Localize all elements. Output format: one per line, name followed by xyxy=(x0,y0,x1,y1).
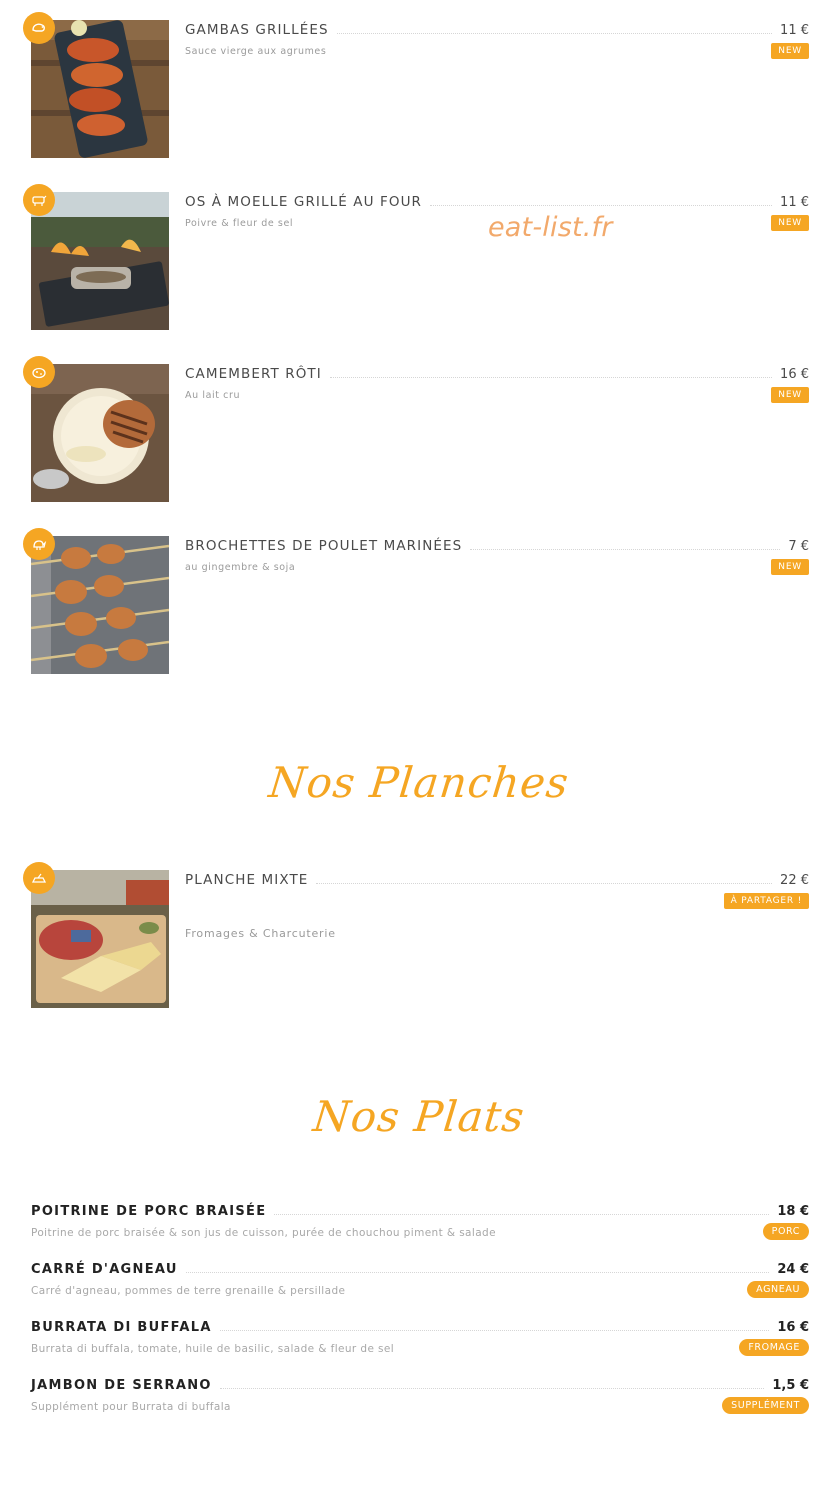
charcuterie-board-photo xyxy=(31,870,169,1008)
item-title: GAMBAS GRILLÉES xyxy=(185,22,329,38)
section-title-plats: Nos Plats xyxy=(310,1092,528,1141)
menu-item: PLANCHE MIXTE 22 € À PARTAGER ! Fromages… xyxy=(0,862,838,1010)
new-badge: NEW xyxy=(771,215,809,231)
shrimp-icon xyxy=(23,12,55,44)
board-icon xyxy=(23,862,55,894)
watermark: eat-list.fr xyxy=(488,212,613,243)
dish-tag: PORC xyxy=(762,1223,809,1240)
dish-name: POITRINE DE PORC BRAISÉE xyxy=(31,1204,267,1219)
dish-row: POITRINE DE PORC BRAISÉE 18 € Poitrine d… xyxy=(0,1201,838,1257)
dish-title-row: BURRATA DI BUFFALA 16 € xyxy=(31,1317,809,1335)
dish-tag: AGNEAU xyxy=(747,1281,809,1298)
chicken-skewers-photo xyxy=(31,536,169,674)
chicken-icon xyxy=(23,528,55,560)
new-badge: NEW xyxy=(771,559,809,575)
dish-price: 1,5 € xyxy=(772,1378,809,1393)
leader-dots xyxy=(185,1271,770,1273)
menu-item: CAMEMBERT RÔTI 16 € Au lait cru NEW xyxy=(0,356,838,504)
dish-description: Poitrine de porc braisée & son jus de cu… xyxy=(31,1227,496,1239)
dish-title-row: JAMBON DE SERRANO 1,5 € xyxy=(31,1375,809,1393)
item-price: 16 € xyxy=(780,367,809,382)
item-title-row: BROCHETTES DE POULET MARINÉES 7 € xyxy=(185,536,809,554)
dish-description: Supplément pour Burrata di buffala xyxy=(31,1401,231,1413)
item-title: BROCHETTES DE POULET MARINÉES xyxy=(185,538,463,554)
cheese-icon xyxy=(23,356,55,388)
dish-price: 24 € xyxy=(777,1262,809,1277)
dish-row: CARRÉ D'AGNEAU 24 € Carré d'agneau, pomm… xyxy=(0,1259,838,1315)
item-description: au gingembre & soja xyxy=(185,562,296,573)
leader-dots xyxy=(219,1329,770,1331)
dish-name: JAMBON DE SERRANO xyxy=(31,1378,212,1393)
camembert-photo xyxy=(31,364,169,502)
dish-row: BURRATA DI BUFFALA 16 € Burrata di buffa… xyxy=(0,1317,838,1373)
item-title-row: PLANCHE MIXTE 22 € xyxy=(185,870,809,888)
item-description: Au lait cru xyxy=(185,390,241,401)
bone-marrow-photo xyxy=(31,192,169,330)
dish-description: Carré d'agneau, pommes de terre grenaill… xyxy=(31,1285,346,1297)
item-price: 22 € xyxy=(780,873,809,888)
item-title-row: OS À MOELLE GRILLÉ AU FOUR 11 € xyxy=(185,192,809,210)
share-badge: À PARTAGER ! xyxy=(723,893,809,909)
item-description: Fromages & Charcuterie xyxy=(185,927,336,940)
dish-title-row: CARRÉ D'AGNEAU 24 € xyxy=(31,1259,809,1277)
dish-name: BURRATA DI BUFFALA xyxy=(31,1320,212,1335)
leader-dots xyxy=(430,204,773,206)
leader-dots xyxy=(274,1213,770,1215)
new-badge: NEW xyxy=(771,387,809,403)
item-price: 11 € xyxy=(780,23,809,38)
item-price: 7 € xyxy=(788,539,809,554)
dish-price: 16 € xyxy=(777,1320,809,1335)
new-badge: NEW xyxy=(771,43,809,59)
item-description: Sauce vierge aux agrumes xyxy=(185,46,327,57)
dish-title-row: POITRINE DE PORC BRAISÉE 18 € xyxy=(31,1201,809,1219)
cow-icon xyxy=(23,184,55,216)
dish-name: CARRÉ D'AGNEAU xyxy=(31,1262,178,1277)
leader-dots xyxy=(219,1387,765,1389)
dish-row: JAMBON DE SERRANO 1,5 € Supplément pour … xyxy=(0,1375,838,1431)
menu-item: BROCHETTES DE POULET MARINÉES 7 € au gin… xyxy=(0,528,838,676)
menu-item: OS À MOELLE GRILLÉ AU FOUR 11 € Poivre &… xyxy=(0,184,838,332)
item-title: OS À MOELLE GRILLÉ AU FOUR xyxy=(185,194,423,210)
leader-dots xyxy=(336,32,773,34)
dish-description: Burrata di buffala, tomate, huile de bas… xyxy=(31,1343,395,1355)
leader-dots xyxy=(316,882,773,884)
item-title: CAMEMBERT RÔTI xyxy=(185,366,322,382)
leader-dots xyxy=(329,376,773,378)
item-price: 11 € xyxy=(780,195,809,210)
item-title: PLANCHE MIXTE xyxy=(185,872,309,888)
dish-tag: SUPPLÉMENT xyxy=(722,1397,809,1414)
grilled-shrimp-photo xyxy=(31,20,169,158)
section-title-planches: Nos Planches xyxy=(266,758,572,807)
item-title-row: CAMEMBERT RÔTI 16 € xyxy=(185,364,809,382)
leader-dots xyxy=(470,548,781,550)
item-description: Poivre & fleur de sel xyxy=(185,218,294,229)
dish-tag: FROMAGE xyxy=(739,1339,809,1356)
item-title-row: GAMBAS GRILLÉES 11 € xyxy=(185,20,809,38)
menu-item: GAMBAS GRILLÉES 11 € Sauce vierge aux ag… xyxy=(0,12,838,160)
dish-price: 18 € xyxy=(777,1204,809,1219)
